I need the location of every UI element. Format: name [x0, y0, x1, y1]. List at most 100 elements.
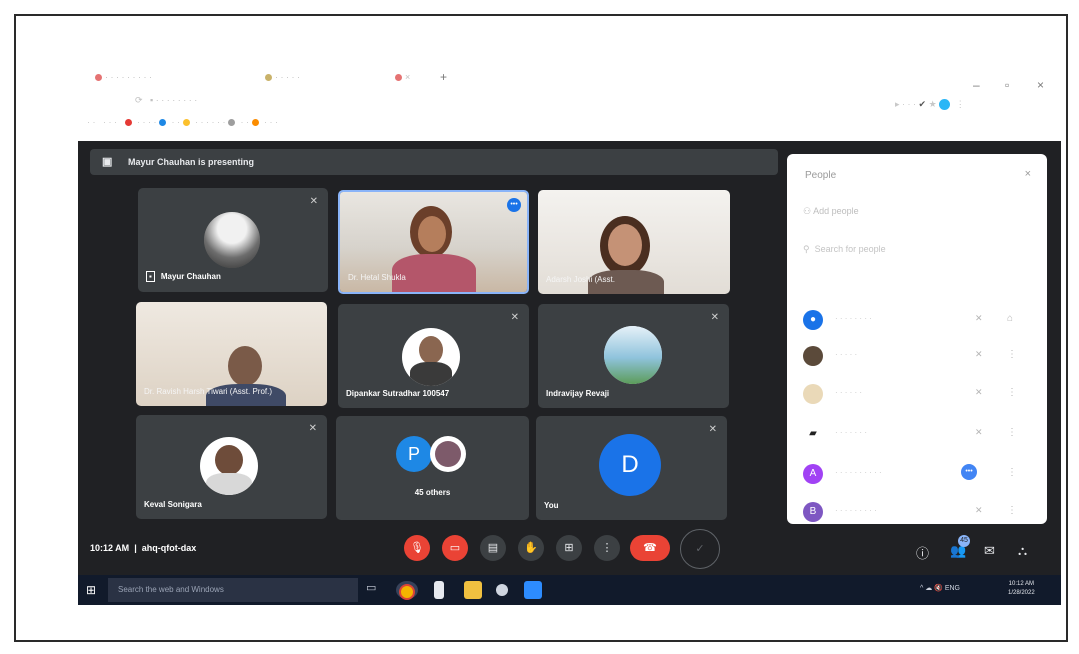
- participant-row-name: · · · · · · ·: [835, 428, 867, 437]
- participant-row[interactable]: ▰ · · · · · · · ✕ ⋮: [799, 422, 1035, 446]
- participant-name: Dipankar Sutradhar 100547: [346, 389, 450, 398]
- more-options-icon[interactable]: ⋮: [1007, 387, 1017, 398]
- info-icon: ⓘ: [916, 546, 930, 561]
- minimize-icon[interactable]: –: [973, 78, 980, 92]
- avatar: [200, 437, 258, 495]
- windows-start-icon[interactable]: ⊞: [86, 583, 100, 597]
- participant-name: ▪ Mayur Chauhan: [146, 271, 221, 282]
- folder-icon[interactable]: [464, 581, 482, 599]
- meet-window: ▣ Mayur Chauhan is presenting ✕ ▪ Mayur C…: [78, 141, 1061, 575]
- mic-off-icon: 🎙: [410, 542, 424, 554]
- person-face: [608, 224, 642, 266]
- mic-off-icon: ✕: [975, 505, 983, 515]
- captions-button[interactable]: ▤: [480, 535, 506, 561]
- file-icon[interactable]: [434, 581, 444, 599]
- participant-row[interactable]: · · · · · ✕ ⋮: [799, 344, 1035, 368]
- people-panel: People × ⚇ Add people ⚲ Search for peopl…: [787, 154, 1047, 524]
- pin-icon[interactable]: ⌂: [1007, 313, 1013, 324]
- more-options-icon[interactable]: ⋮: [1007, 427, 1017, 438]
- participant-name: Indravijay Revaji: [546, 389, 610, 398]
- participant-tile-dipankar[interactable]: ✕ Dipankar Sutradhar 100547: [338, 304, 529, 408]
- meeting-details-button[interactable]: ⓘ: [916, 543, 929, 562]
- profile-avatar[interactable]: [939, 99, 951, 111]
- camera-toggle-button[interactable]: ▭: [442, 535, 468, 561]
- mic-off-icon: ✕: [975, 427, 983, 437]
- new-tab-button[interactable]: +: [440, 70, 447, 84]
- leave-call-button[interactable]: ☎: [630, 535, 670, 561]
- activities-button[interactable]: ⛬: [1018, 543, 1027, 559]
- participant-tile-adarsh[interactable]: Adarsh Joshi (Asst.: [538, 190, 730, 294]
- tab-2[interactable]: · · · · ·: [265, 70, 300, 84]
- browser-tabs: · · · · · · · · · · · · · · × + – ▫ ×: [85, 70, 1060, 92]
- more-options-button[interactable]: ⋮: [594, 535, 620, 561]
- participant-row-name: · · · · · · · · ·: [835, 506, 877, 515]
- check-button[interactable]: ✓: [680, 529, 720, 569]
- extension-icon[interactable]: ▸: [895, 99, 900, 109]
- bookmark-icon: [182, 119, 190, 127]
- check-icon[interactable]: ✔: [919, 99, 927, 109]
- chat-icon: ✉: [984, 543, 995, 558]
- avatar: [803, 346, 823, 366]
- app-icon[interactable]: [496, 584, 508, 596]
- raise-hand-button[interactable]: ✋: [518, 535, 544, 561]
- meeting-info: 10:12 AM | ahq-qfot-dax: [90, 543, 196, 553]
- more-options-icon[interactable]: ⋮: [1007, 349, 1017, 360]
- mic-off-icon: ✕: [975, 349, 983, 359]
- close-icon[interactable]: ×: [1037, 78, 1044, 92]
- add-people-label: Add people: [813, 206, 859, 216]
- participant-row[interactable]: ● · · · · · · · · ✕ ⌂: [799, 308, 1035, 332]
- participant-tile-others[interactable]: P 45 others: [336, 416, 529, 520]
- participant-row-name: · · · · · ·: [835, 388, 863, 397]
- zoom-icon[interactable]: [524, 581, 542, 599]
- tab-3[interactable]: ×: [395, 70, 410, 84]
- close-panel-icon[interactable]: ×: [1025, 168, 1031, 180]
- add-people-button[interactable]: ⚇ Add people: [803, 206, 859, 217]
- present-now-button[interactable]: ⊞: [556, 535, 582, 561]
- taskbar-search-input[interactable]: Search the web and Windows: [108, 578, 358, 602]
- menu-icon[interactable]: ⋮: [956, 99, 965, 109]
- bookmark-icon: [228, 119, 235, 127]
- avatar: ▰: [803, 424, 823, 444]
- taskbar-clock[interactable]: 10:12 AM 1/28/2022: [1008, 580, 1035, 598]
- mic-toggle-button[interactable]: 🎙: [404, 535, 430, 561]
- participant-name: Dr. Hetal Shukla: [348, 273, 406, 282]
- more-options-icon[interactable]: ⋮: [1007, 505, 1017, 516]
- star-icon[interactable]: ★: [929, 99, 937, 109]
- people-search-input[interactable]: ⚲ Search for people: [803, 238, 1031, 260]
- participant-row[interactable]: · · · · · · ✕ ⋮: [799, 382, 1035, 406]
- participant-tile-you[interactable]: D ✕ You: [536, 416, 727, 520]
- meet-control-bar: 10:12 AM | ahq-qfot-dax 🎙 ▭ ▤ ✋ ⊞ ⋮ ☎ ✓ …: [78, 527, 1061, 575]
- participant-row-name: · · · · · · · ·: [835, 314, 872, 323]
- address-bar[interactable]: ⟳ ▪ · · · · · · · ·: [135, 94, 197, 106]
- participant-row[interactable]: A · · · · · · · · · · ••• ⋮: [799, 462, 1035, 486]
- separator: |: [134, 543, 137, 553]
- participants-count-badge: 45: [958, 535, 970, 547]
- speaking-indicator-icon: •••: [507, 198, 521, 212]
- participant-row[interactable]: B · · · · · · · · · ✕ ⋮: [799, 500, 1035, 524]
- participant-tile-ravish[interactable]: Dr. Ravish Harsh Tiwari (Asst. Prof.): [136, 302, 327, 406]
- people-button[interactable]: 👥 45: [950, 535, 970, 559]
- participant-tile-hetal[interactable]: ••• Dr. Hetal Shukla: [338, 190, 529, 294]
- task-view-icon[interactable]: ▭: [366, 581, 384, 599]
- speaking-indicator-icon: •••: [961, 464, 977, 480]
- more-options-icon: ⋮: [601, 542, 613, 554]
- participant-tile-mayur[interactable]: ✕ ▪ Mayur Chauhan: [138, 188, 328, 292]
- chat-button[interactable]: ✉: [984, 543, 995, 559]
- mic-off-icon: ✕: [309, 196, 318, 207]
- check-icon: ✓: [695, 543, 705, 555]
- present-icon: ⊞: [564, 542, 574, 554]
- more-options-icon[interactable]: ⋮: [1007, 467, 1017, 478]
- search-placeholder: Search for people: [814, 244, 886, 254]
- system-tray[interactable]: ^ ☁ 🔇 ENG: [920, 584, 960, 592]
- maximize-icon[interactable]: ▫: [1005, 78, 1009, 92]
- mic-off-icon: ✕: [708, 424, 717, 435]
- tab-1[interactable]: · · · · · · · · ·: [95, 70, 152, 84]
- person-face: [418, 216, 446, 252]
- tab-close-icon[interactable]: ×: [405, 72, 410, 82]
- participant-tile-indravijay[interactable]: ✕ Indravijay Revaji: [538, 304, 729, 408]
- participant-tile-keval[interactable]: ✕ Keval Sonigara: [136, 415, 327, 519]
- bookmark-icon: [159, 119, 166, 127]
- presenter-icon: ▣: [102, 156, 113, 168]
- chrome-icon[interactable]: [396, 581, 418, 600]
- tab-favicon-icon: [395, 74, 402, 82]
